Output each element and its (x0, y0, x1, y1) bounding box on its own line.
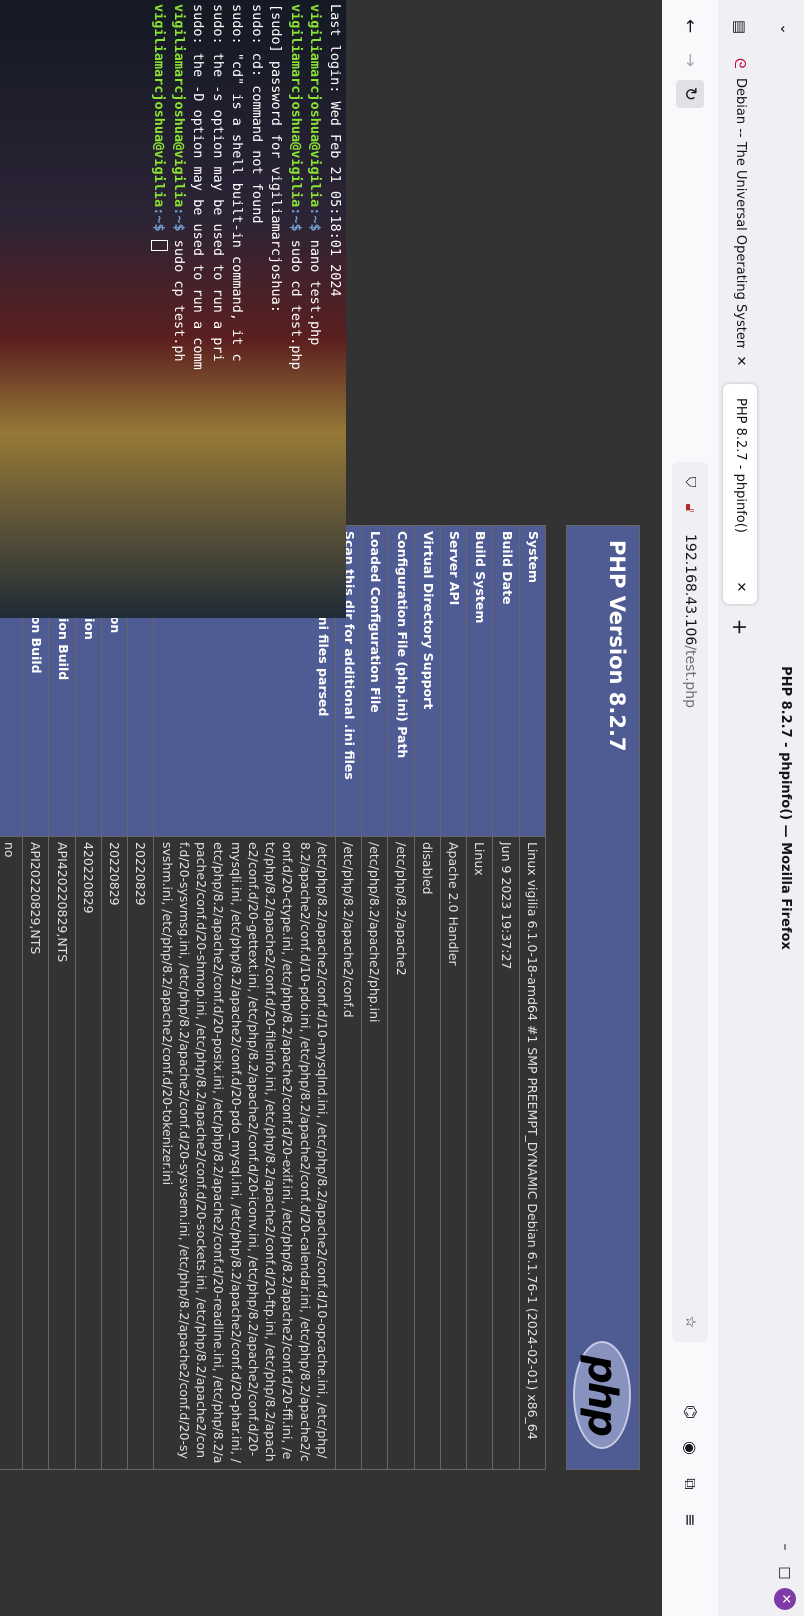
terminal-line: vigiliamarcjoshua@vigilia:~$ sudo cp tes… (171, 4, 187, 362)
info-value: Apache 2.0 Handler (440, 836, 467, 1470)
shield-icon[interactable]: ⛉ (680, 472, 700, 492)
url-text[interactable]: 192.168.43.106/test.php (680, 534, 700, 708)
info-label: Loaded Configuration File (361, 525, 388, 837)
window-title: PHP 8.2.7 - phpinfo() — Mozilla Firefox (778, 666, 793, 950)
table-row: Server API Apache 2.0 Handler (440, 525, 467, 1470)
info-value: 420220829 (75, 836, 102, 1470)
pocket-icon[interactable]: ⌬ (676, 1398, 704, 1426)
terminal-cursor (151, 239, 168, 251)
terminal-line: sudo: "cd" is a shell built-in command, … (229, 4, 246, 362)
info-value: 20220829 (101, 836, 128, 1470)
table-row: Configuration File (php.ini) Path/etc/ph… (388, 525, 415, 1470)
table-row: System Linux vigilia 6.1.0-18-amd64 #1 SM… (519, 525, 546, 1470)
php-logo-text: php (579, 1355, 625, 1435)
insecure-lock-icon[interactable]: 🔓︎ (680, 498, 700, 518)
info-value: /etc/php/8.2/apache2 (388, 836, 415, 1470)
php-logo: php (571, 1339, 633, 1451)
tab-label: PHP 8.2.7 - phpinfo() (733, 398, 748, 533)
tab-bar: ▤ ᘓ Debian -- The Universal Operating Sy… (718, 0, 762, 1616)
info-value: Linux (466, 836, 493, 1470)
php-info-table: System Linux vigilia 6.1.0-18-amd64 #1 SM… (0, 525, 546, 1470)
info-label: Build Date (493, 525, 520, 837)
info-value: Jun 9 2023 19:37:27 (493, 836, 520, 1470)
table-row: Virtual Directory Support disabled (414, 525, 441, 1470)
info-value: API20220829,NTS (22, 836, 49, 1470)
table-row: Build System Linux (466, 525, 493, 1470)
phpinfo-page: PHP Version 8.2.7 php System Linux vigili… (0, 525, 662, 1470)
info-label: Server API (440, 525, 467, 837)
terminal-line: sudo: the -s option may be used to run a… (210, 4, 226, 362)
php-version-header: PHP Version 8.2.7 php (566, 525, 640, 1470)
extensions-icon[interactable]: ⧉ (676, 1470, 704, 1498)
reload-icon[interactable]: ↻ (676, 80, 704, 108)
address-bar[interactable]: ⛉ 🔓︎ 192.168.43.106/test.php ☆ (672, 462, 708, 1342)
terminal-window[interactable]: Last login: Wed Feb 21 05:18:01 2024 vigi… (0, 0, 346, 618)
info-value: /etc/php/8.2/apache2/conf.d/10-mysqlnd.i… (154, 836, 336, 1470)
info-value: no (0, 836, 23, 1470)
php-version-title: PHP Version 8.2.7 (605, 540, 629, 752)
info-label: Configuration File (php.ini) Path (388, 525, 415, 837)
table-row: Loaded Configuration File/etc/php/8.2/ap… (361, 525, 388, 1470)
navigation-toolbar: ← → ↻ ⛉ 🔓︎ 192.168.43.106/test.php ☆ ⌬ ◉… (661, 0, 718, 1616)
table-row: Debug Buildno (0, 525, 23, 1470)
url-path: /test.php (682, 645, 698, 709)
info-value: disabled (414, 836, 441, 1470)
close-window-button[interactable]: ✕ (774, 1588, 796, 1610)
bookmark-star-icon[interactable]: ☆ (680, 1312, 700, 1332)
forward-arrow-icon[interactable]: → (676, 46, 704, 74)
info-value: /etc/php/8.2/apache2/conf.d (335, 836, 362, 1470)
close-icon[interactable]: ✕ (723, 352, 757, 370)
info-label: Build System (466, 525, 493, 837)
tab-debian[interactable]: ᘓ Debian -- The Universal Operating Syst… (723, 48, 757, 378)
menu-icon[interactable]: ≡ (676, 1506, 704, 1534)
terminal-line: sudo: the -D option may be used to run a… (190, 4, 207, 370)
close-icon[interactable]: ✕ (723, 578, 757, 596)
info-value: Linux vigilia 6.1.0-18-amd64 #1 SMP PREE… (519, 836, 546, 1470)
info-value: API420220829,NTS (49, 836, 76, 1470)
table-row: Zend Extension BuildAPI420220829,NTS (49, 525, 76, 1470)
info-value: /etc/php/8.2/apache2/php.ini (361, 836, 388, 1470)
tab-phpinfo[interactable]: PHP 8.2.7 - phpinfo() ✕ (723, 384, 757, 604)
info-label: Virtual Directory Support (414, 525, 441, 837)
table-row: PHP Extension20220829 (101, 525, 128, 1470)
info-value: 20220829 (127, 836, 154, 1470)
terminal-line: Last login: Wed Feb 21 05:18:01 2024 (327, 4, 343, 297)
tab-list-icon[interactable]: ⌄ (774, 18, 796, 40)
tab-label: Debian -- The Universal Operating System (733, 78, 748, 348)
minimize-button[interactable]: – (774, 1536, 796, 1558)
terminal-line: sudo: cd: command not found (249, 4, 265, 224)
table-row: Additional .ini files parsed/etc/php/8.2… (154, 525, 336, 1470)
terminal-line: vigiliamarcjoshua@vigilia:~$ nano test.p… (307, 4, 324, 346)
account-icon[interactable]: ◉ (676, 1434, 704, 1462)
table-row: Scan this dir for additional .ini files /… (335, 525, 362, 1470)
back-arrow-icon[interactable]: ← (676, 12, 704, 40)
new-tab-button[interactable]: + (723, 612, 757, 642)
info-label: System (519, 525, 546, 837)
url-host: 192.168.43.106 (682, 534, 698, 646)
table-row: PHP Extension BuildAPI20220829,NTS (22, 525, 49, 1470)
table-row: PHP API20220829 (127, 525, 154, 1470)
terminal-output: Last login: Wed Feb 21 05:18:01 2024 vigi… (0, 0, 346, 618)
terminal-line: [sudo] password for vigiliamarcjoshua: (268, 4, 285, 313)
table-row: Build Date Jun 9 2023 19:37:27 (493, 525, 520, 1470)
table-row: Zend Extension420220829 (75, 525, 102, 1470)
firefox-view-icon[interactable]: ▤ (727, 14, 753, 40)
terminal-line: vigiliamarcjoshua@vigilia:~$ sudo cd tes… (288, 4, 304, 370)
maximize-button[interactable]: □ (774, 1562, 796, 1584)
terminal-line: vigiliamarcjoshua@vigilia:~$ (149, 4, 169, 618)
window-titlebar: PHP 8.2.7 - phpinfo() — Mozilla Firefox … (762, 0, 804, 1616)
debian-swirl-icon: ᘓ (731, 58, 749, 69)
